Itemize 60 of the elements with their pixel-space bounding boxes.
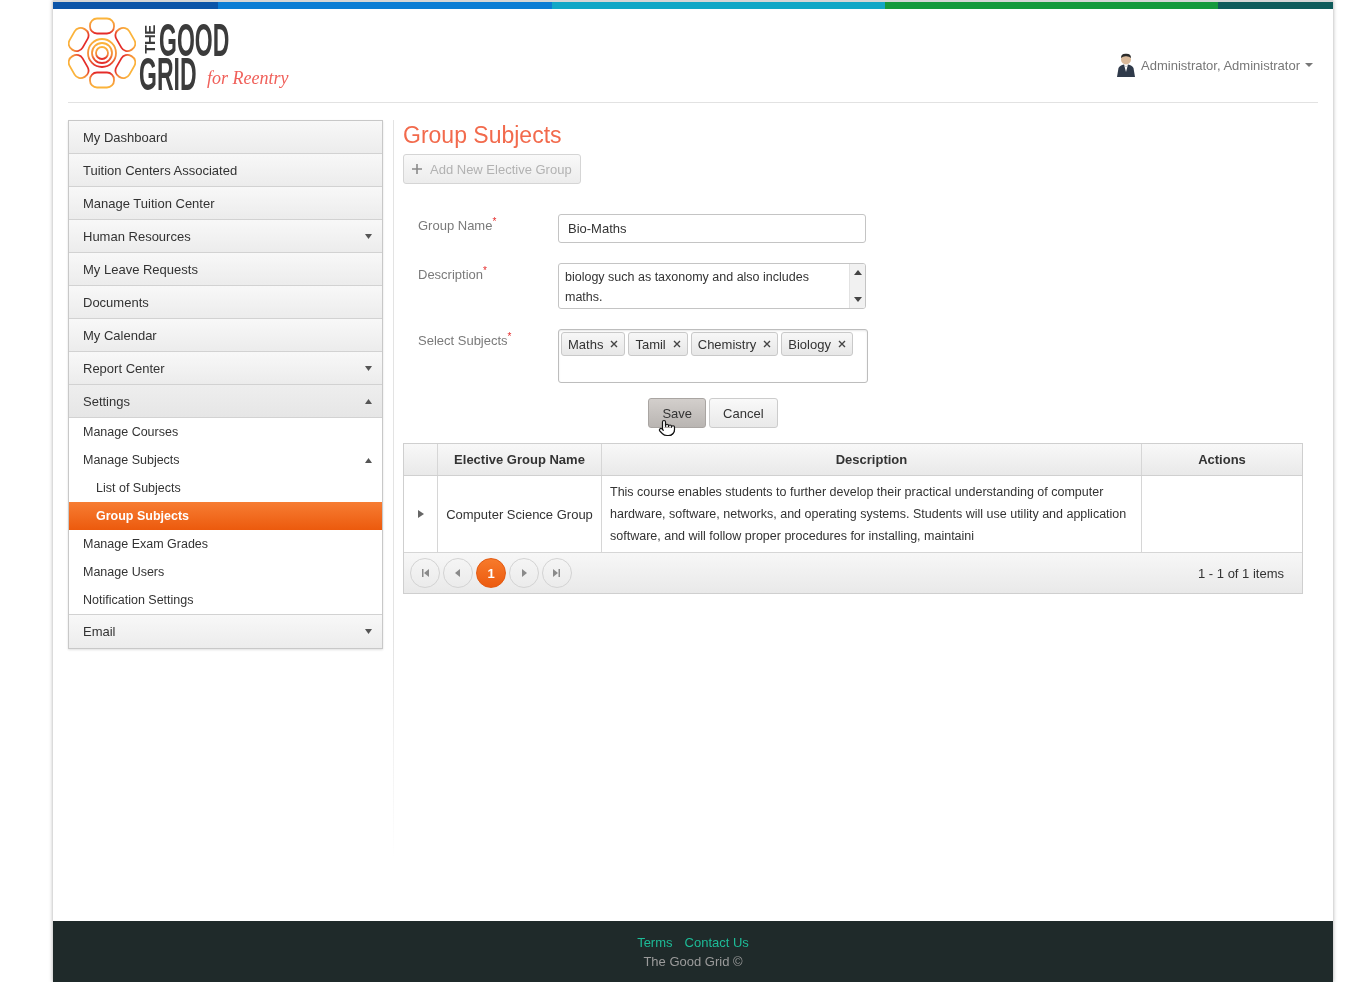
sidebar-item[interactable]: Email — [69, 615, 382, 648]
subject-tag[interactable]: Tamil — [628, 332, 688, 356]
pager-info: 1 - 1 of 1 items — [1198, 565, 1284, 581]
field-label: Select Subjects$^{*}$ — [418, 329, 513, 348]
table-cell: Computer Science Group — [437, 476, 601, 552]
expand-arrow-icon[interactable] — [417, 510, 424, 518]
close-icon[interactable] — [837, 340, 846, 348]
table-cell: This course enables students to further develop their practical understanding of computer hardware, software, networks, and operating systems. Students will use utility and application software, and will follow proper procedures for installing, maintaini — [601, 476, 1141, 552]
sidebar-item[interactable]: Report Center — [69, 352, 382, 385]
sidebar-subitem[interactable]: List of Subjects — [69, 474, 382, 502]
sidebar-item[interactable]: Tuition Centers Associated — [69, 154, 382, 187]
group-name-field[interactable]: Bio-Maths — [558, 214, 866, 243]
sidebar-item[interactable]: My Dashboard — [69, 121, 382, 154]
plus-icon — [412, 164, 422, 174]
previous-page-icon — [454, 569, 462, 577]
flower-logo — [68, 17, 136, 89]
logo-word: THE — [141, 24, 157, 54]
subject-tag[interactable]: Biology — [781, 332, 853, 356]
sidebar-item[interactable]: My Calendar — [69, 319, 382, 352]
footer-link[interactable]: Contact Us — [684, 934, 749, 950]
subject-tag[interactable]: Chemistry — [690, 332, 779, 356]
column-header[interactable]: Actions — [1141, 444, 1302, 475]
sidebar-item[interactable]: Documents — [69, 286, 382, 319]
description-field[interactable]: biology such as taxonomy and also includes maths. — [558, 263, 866, 309]
page-title: Group Subjects — [403, 121, 563, 149]
field-label: Group Name$^{*}$ — [418, 214, 498, 233]
footer-link[interactable]: Terms — [637, 934, 673, 950]
sidebar-item[interactable]: My Leave Requests — [69, 253, 382, 286]
close-icon[interactable] — [763, 340, 772, 348]
sidebar-subitem[interactable]: Notification Settings — [69, 586, 382, 614]
user-menu[interactable]: Administrator, Administrator — [1116, 53, 1313, 77]
caret-down-icon — [1305, 63, 1313, 67]
logo-tagline: for Reentry — [207, 68, 289, 89]
subject-tag[interactable]: Maths — [561, 332, 626, 356]
scrollbar[interactable] — [849, 264, 865, 308]
cancel-button[interactable]: Cancel — [709, 398, 778, 428]
sidebar-subitem[interactable]: Manage Exam Grades — [69, 530, 382, 558]
sidebar-subitem[interactable]: Manage Subjects — [69, 446, 382, 474]
next-page-icon — [520, 569, 528, 577]
close-icon[interactable] — [610, 340, 619, 348]
logo-word: GRID — [139, 57, 197, 91]
person-avatar-icon — [1116, 53, 1137, 77]
column-header[interactable]: Description — [601, 444, 1141, 475]
sidebar-item[interactable]: Human Resources — [69, 220, 382, 253]
sidebar-subitem[interactable]: Manage Users — [69, 558, 382, 586]
sidebar-item[interactable]: Manage Tuition Center — [69, 187, 382, 220]
column-header[interactable]: Elective Group Name — [437, 444, 601, 475]
close-icon[interactable] — [672, 340, 681, 348]
save-button[interactable]: Save — [648, 398, 707, 428]
copyright-text: The Good Grid © — [643, 953, 743, 969]
sidebar-item[interactable]: Settings — [69, 385, 382, 418]
logo-word: GOOD — [159, 23, 230, 57]
first-page-icon — [421, 569, 429, 577]
scroll-down-arrow-icon — [853, 297, 862, 302]
subjects-select-field[interactable]: Maths Tamil Chemistry Biology — [558, 329, 868, 383]
hand-cursor-icon — [658, 419, 677, 437]
field-label: Description$^{*}$ — [418, 263, 488, 282]
last-page-icon — [553, 569, 561, 577]
sidebar-subitem[interactable]: Manage Courses — [69, 418, 382, 446]
scroll-up-arrow-icon — [853, 270, 862, 275]
